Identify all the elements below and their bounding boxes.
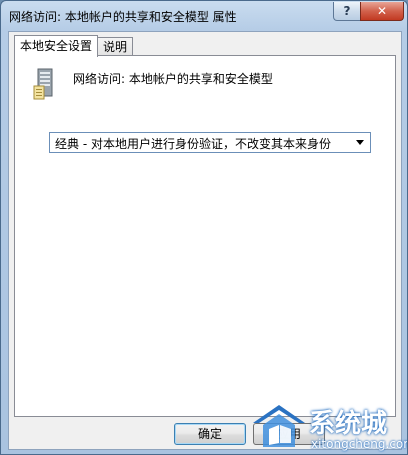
watermark-brand: 系统城 — [309, 409, 388, 439]
help-button[interactable]: ? — [333, 2, 361, 21]
server-policy-icon — [33, 68, 57, 100]
security-model-dropdown[interactable]: 经典 - 对本地用户进行身份验证，不改变其本来身份 — [49, 132, 371, 153]
tab-panel: 网络访问: 本地帐户的共享和安全模型 经典 - 对本地用户进行身份验证，不改变其… — [14, 55, 396, 417]
ok-button[interactable]: 确定 — [174, 423, 246, 445]
window-title: 网络访问: 本地帐户的共享和安全模型 属性 — [9, 10, 237, 24]
watermark-logo: 系统城 xitongcheng.com — [249, 401, 408, 454]
title-bar[interactable]: 网络访问: 本地帐户的共享和安全模型 属性 ? ✕ — [1, 1, 407, 29]
tab-explain[interactable]: 说明 — [97, 37, 134, 56]
policy-name: 网络访问: 本地帐户的共享和安全模型 — [73, 72, 273, 86]
watermark-house-icon — [253, 405, 305, 447]
properties-dialog: 网络访问: 本地帐户的共享和安全模型 属性 ? ✕ 本地安全设置 说明 网络访问… — [0, 0, 408, 455]
tab-local-security-setting[interactable]: 本地安全设置 — [14, 35, 99, 57]
watermark-url: xitongcheng.com — [311, 437, 408, 451]
dialog-client-area: 本地安全设置 说明 网络访问: 本地帐户的共享和安全模型 经典 - 对本地用户进… — [8, 31, 402, 450]
close-button[interactable]: ✕ — [360, 2, 404, 21]
dropdown-selected-value: 经典 - 对本地用户进行身份验证，不改变其本来身份 — [55, 137, 331, 151]
chevron-down-icon[interactable] — [354, 135, 366, 149]
